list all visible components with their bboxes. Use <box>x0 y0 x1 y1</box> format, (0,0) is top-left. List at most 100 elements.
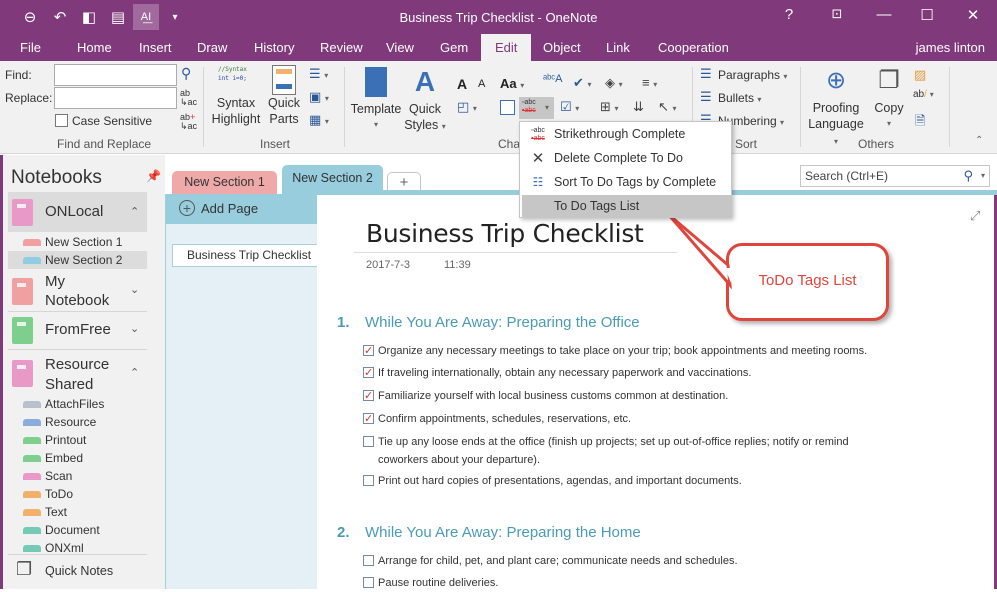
todo-checkbox[interactable] <box>363 436 374 447</box>
tab-view[interactable]: View <box>375 34 425 61</box>
syntax-highlight-button[interactable]: //Syntax int i=0; Syntax Highlight <box>208 65 264 127</box>
menu-item-todo-tags-list[interactable]: To Do Tags List <box>522 195 731 218</box>
paragraphs-button[interactable]: Paragraphs ▾ <box>718 68 787 82</box>
collapse-ribbon-icon[interactable]: ⌃ <box>975 135 983 146</box>
table-icon[interactable]: ▦ ▾ <box>309 112 329 128</box>
date-icon[interactable]: ▣ ▾ <box>309 89 329 105</box>
help-button[interactable]: ? <box>774 6 804 23</box>
section-new-section-1[interactable]: New Section 1 <box>8 233 147 251</box>
section-tab-new-section-1[interactable]: New Section 1 <box>172 171 277 194</box>
section-scan[interactable]: Scan <box>8 467 147 485</box>
tab-history[interactable]: History <box>243 34 305 61</box>
todo-checkbox[interactable] <box>363 342 374 360</box>
section-attachfiles[interactable]: AttachFiles <box>8 395 147 413</box>
quick-parts-button[interactable]: Quick Parts <box>266 65 302 127</box>
spell-check-icon[interactable]: ✔ ▾ <box>573 75 592 91</box>
menu-item-sort-todo-by-complete[interactable]: ☷ Sort To Do Tags by Complete <box>522 171 731 194</box>
text-style-icon[interactable]: ᵃᵇᶜA <box>543 73 562 85</box>
divider <box>949 67 950 147</box>
collapse-chevron-icon[interactable]: ⌃ <box>130 366 139 379</box>
tag-list-icon[interactable]: ⊞ ▾ <box>600 99 619 115</box>
title-bar: ⊖ ↶ ◧ ▤ A͟I ▾ Business Trip Checklist - … <box>0 0 997 34</box>
tab-review[interactable]: Review <box>309 34 374 61</box>
replace-icon[interactable]: ab ↳ac <box>180 89 197 107</box>
proofing-language-button[interactable]: ⊕ Proofing Language ▾ <box>806 65 866 150</box>
search-icon[interactable]: ⚲ <box>963 166 973 186</box>
expand-page-icon[interactable]: ⤢ <box>970 208 980 224</box>
menu-item-strikethrough-complete[interactable]: ▫abc ▪abc Strikethrough Complete <box>522 123 731 146</box>
expand-chevron-icon[interactable]: ⌄ <box>130 322 139 335</box>
notebook-my-notebook[interactable]: My Notebook ⌄ <box>8 270 147 310</box>
todo-checkbox[interactable] <box>363 387 374 405</box>
section-todo[interactable]: ToDo <box>8 485 147 503</box>
grow-font-icon[interactable]: A <box>457 76 467 92</box>
menu-item-delete-complete-todo[interactable]: ✕ Delete Complete To Do <box>522 147 731 170</box>
proofing-language-icon: ⊕ <box>825 67 847 94</box>
tab-insert[interactable]: Insert <box>128 34 183 61</box>
paste-icon[interactable]: ▨ <box>914 67 926 83</box>
tab-gem[interactable]: Gem <box>429 34 479 61</box>
notebook-fromfree[interactable]: FromFree ⌄ <box>8 312 147 344</box>
replace-all-icon[interactable]: ab+ ↳ac <box>180 113 197 131</box>
tab-edit[interactable]: Edit <box>481 34 532 61</box>
todo-checkbox[interactable] <box>363 410 374 428</box>
minimize-button[interactable]: — <box>869 6 899 23</box>
bullets-button[interactable]: Bullets ▾ <box>718 91 761 105</box>
tab-home[interactable]: Home <box>66 34 123 61</box>
quick-styles-button[interactable]: A Quick Styles ▾ <box>404 67 446 135</box>
add-page-button[interactable]: + Add Page <box>166 194 318 224</box>
tab-draw[interactable]: Draw <box>186 34 238 61</box>
text-spacing-icon[interactable]: ☰ ▾ <box>309 66 328 82</box>
notebook-onlocal[interactable]: ONLocal ⌃ <box>8 192 147 232</box>
notebook-resource-shared[interactable]: Resource Shared ⌃ <box>8 352 147 396</box>
template-button[interactable]: Template ▾ <box>350 67 402 133</box>
tab-cooperation[interactable]: Cooperation <box>647 34 740 61</box>
search-input[interactable]: Search (Ctrl+E) ⚲ ▾ <box>800 165 990 187</box>
collapse-chevron-icon[interactable]: ⌃ <box>130 205 139 218</box>
section-embed[interactable]: Embed <box>8 449 147 467</box>
highlight-text-icon[interactable]: ab/ ▾ <box>913 89 934 100</box>
change-case-icon[interactable]: Aa ▾ <box>500 76 524 91</box>
tab-link[interactable]: Link <box>595 34 641 61</box>
section-onxml[interactable]: ONXml <box>8 539 147 553</box>
todo-checkbox[interactable] <box>363 577 374 588</box>
todo-checkbox[interactable] <box>363 364 374 382</box>
format-painter-icon[interactable]: ◈ ▾ <box>605 75 623 91</box>
review-doc-icon[interactable]: 🗎 <box>915 112 925 134</box>
shrink-font-icon[interactable]: A <box>478 78 485 90</box>
page-item-business-trip-checklist[interactable]: Business Trip Checklist <box>172 244 318 267</box>
tab-file[interactable]: File <box>9 34 52 61</box>
section-document[interactable]: Document <box>8 521 147 539</box>
copy-button[interactable]: ❐ Copy ▾ <box>872 65 906 132</box>
search-scope-dropdown-icon[interactable]: ▾ <box>981 166 985 186</box>
todo-check-icon[interactable]: ☑ ▾ <box>560 99 579 115</box>
todo-checkbox[interactable] <box>363 555 374 566</box>
todo-checkbox[interactable] <box>363 475 374 486</box>
expand-chevron-icon[interactable]: ⌄ <box>130 283 139 296</box>
sort-icon[interactable]: ⇊ <box>633 99 644 115</box>
quick-notes[interactable]: ❐ Quick Notes <box>8 558 147 584</box>
section-printout[interactable]: Printout <box>8 431 147 449</box>
user-name[interactable]: james linton <box>916 34 985 61</box>
select-icon[interactable]: ↖ ▾ <box>658 99 677 115</box>
pin-icon[interactable]: 📌 <box>146 169 161 183</box>
section-new-section-2[interactable]: New Section 2 <box>8 251 147 269</box>
align-icon[interactable]: ≡ ▾ <box>642 75 657 90</box>
close-button[interactable]: ✕ <box>958 6 988 24</box>
case-sensitive-checkbox[interactable] <box>55 114 68 127</box>
find-input[interactable] <box>54 64 177 86</box>
tab-object[interactable]: Object <box>532 34 592 61</box>
copy-icon: ❐ <box>878 67 900 94</box>
section-tab-icon <box>23 401 41 408</box>
callout-text: ToDo Tags List <box>758 272 857 289</box>
ribbon-display-options-button[interactable]: ⊡ <box>822 6 852 22</box>
maximize-button[interactable]: ☐ <box>912 6 942 24</box>
section-text[interactable]: Text <box>8 503 147 521</box>
replace-input[interactable] <box>54 87 177 109</box>
page-title[interactable]: Business Trip Checklist <box>366 219 644 248</box>
border-icon[interactable] <box>500 100 515 115</box>
search-icon[interactable]: ⚲ <box>181 65 191 82</box>
todo-tags-dropdown-button[interactable]: ▫abc ▪abc ▾ <box>519 97 554 119</box>
section-resource[interactable]: Resource <box>8 413 147 431</box>
numbering-style-icon[interactable]: ◰ ▾ <box>457 99 477 115</box>
